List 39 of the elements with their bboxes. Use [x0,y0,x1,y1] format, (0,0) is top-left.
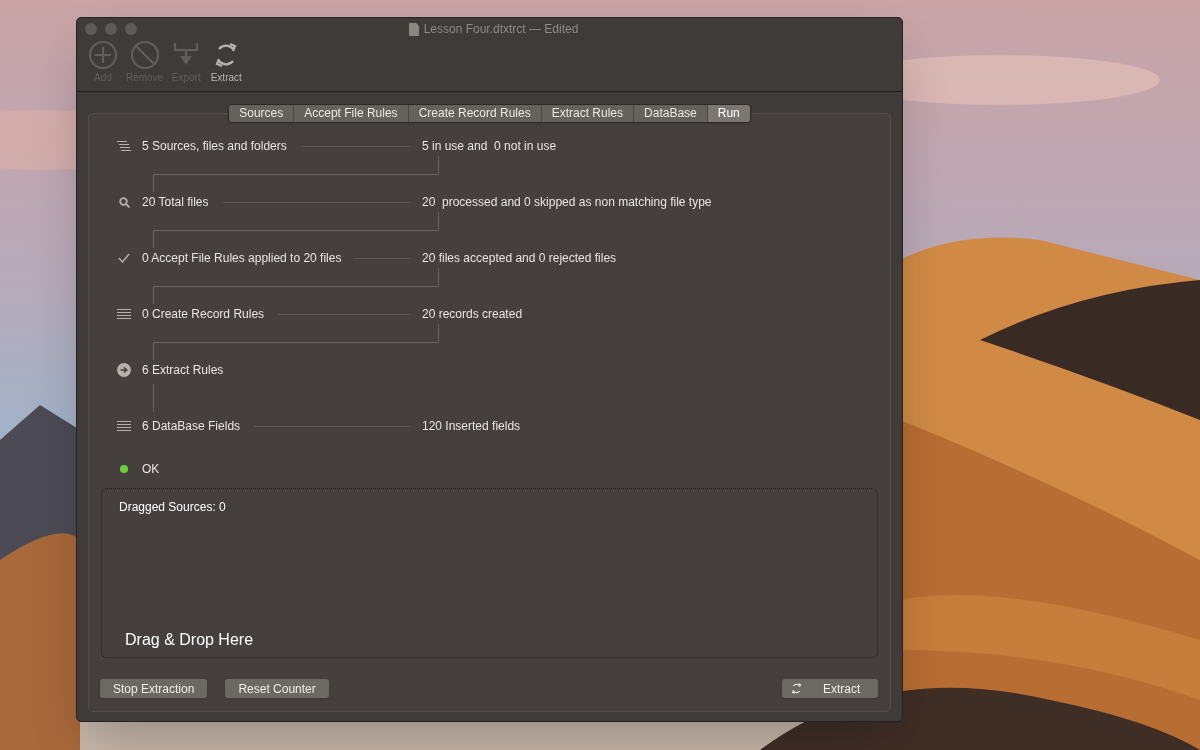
tab[interactable]: Accept File Rules [293,105,408,122]
refresh-icon [790,682,803,695]
tab[interactable]: Create Record Rules [407,105,541,122]
drop-hint: Drag & Drop Here [125,630,255,650]
step-result: 120 Inserted fields [422,418,521,435]
step-result: 20 processed and 0 skipped as non matching file type [422,194,712,211]
step-label: 0 Create Record Rules [142,306,265,323]
action-button[interactable]: Stop Extraction [100,679,208,698]
status-text: OK [142,461,160,478]
connector-line [153,384,154,412]
close-button[interactable] [85,23,97,35]
tab[interactable]: DataBase [633,105,707,122]
lines-icon [117,420,131,432]
document-icon [408,22,419,36]
dragged-counter: Dragged Sources: 0 [119,499,227,516]
window-title: Lesson Four.dtxtrct — Edited [423,21,579,38]
step-label: 20 Total files [142,194,209,211]
step-result: 5 in use and 0 not in use [422,138,557,155]
step-result: 20 files accepted and 0 rejected files [422,250,617,267]
action-button[interactable]: Reset Counter [225,679,329,698]
tab[interactable]: Run [706,105,750,122]
search-icon [118,196,130,208]
step-label: 0 Accept File Rules applied to 20 files [142,250,342,267]
tab[interactable]: Sources [229,105,294,122]
list-icon [117,141,131,151]
arrow-circle-icon [117,363,131,377]
checkmark-icon [118,253,130,263]
step-result: 20 records created [422,306,523,323]
lines-icon [117,308,131,320]
minimize-button[interactable] [105,23,117,35]
prohibited-icon [129,40,160,70]
toolbar-button[interactable]: Extract [207,40,246,85]
step-label: 5 Sources, files and folders [142,138,287,155]
step-label: 6 DataBase Fields [142,418,241,435]
tab[interactable]: Extract Rules [540,105,634,122]
zoom-button[interactable] [125,23,137,35]
step-label: 6 Extract Rules [142,362,224,379]
plus-circle-icon [88,40,118,70]
extract-button[interactable]: Extract [782,679,878,698]
